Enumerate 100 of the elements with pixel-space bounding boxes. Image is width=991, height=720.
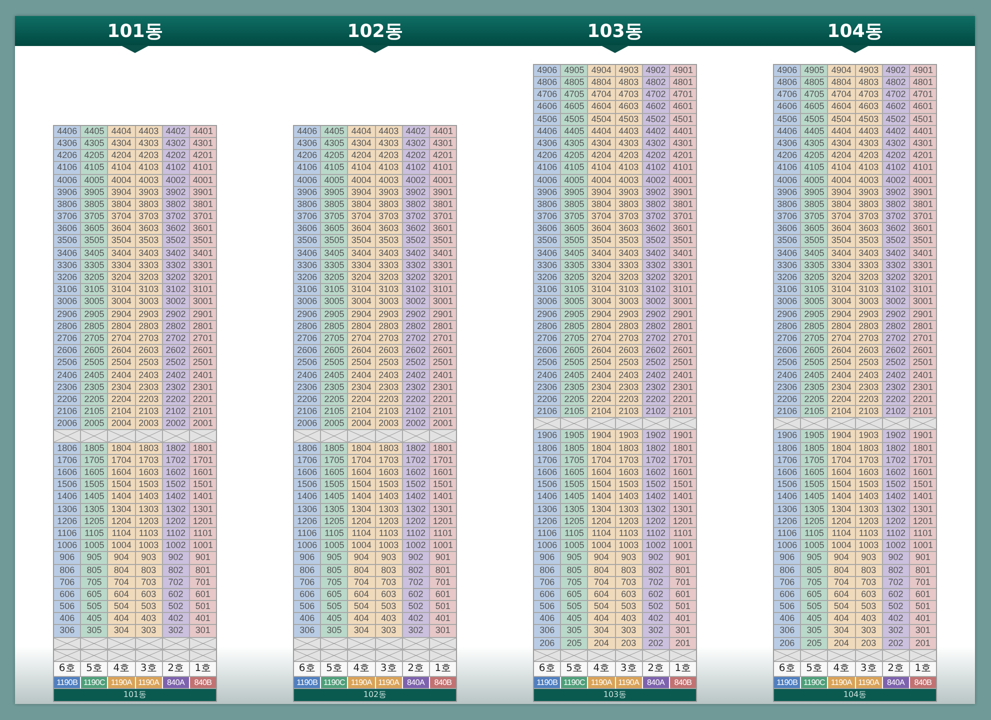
unit-cell: 1604 <box>348 467 376 480</box>
unit-type-label: 1190A <box>856 677 883 689</box>
unit-cell: 3703 <box>856 211 883 224</box>
unit-cell: 1901 <box>670 430 696 443</box>
unit-cell: 306 <box>294 625 322 638</box>
unit-cell: 2705 <box>801 332 828 346</box>
blocked-cell <box>642 418 670 430</box>
unit-cell: 1004 <box>828 540 856 552</box>
unit-cell: 1206 <box>774 516 802 528</box>
unit-cell: 2505 <box>801 357 828 370</box>
unit-cell: 3503 <box>856 235 883 248</box>
unit-cell: 4005 <box>81 174 108 187</box>
unit-cell: 4004 <box>828 174 856 187</box>
unit-cell: 1506 <box>534 479 562 492</box>
unit-cell: 1401 <box>190 491 216 504</box>
unit-cell: 1505 <box>321 479 348 492</box>
unit-cell: 3102 <box>642 284 670 296</box>
unit-cell: 3603 <box>136 223 163 236</box>
unit-cell: 1805 <box>561 442 588 455</box>
pointer-icon <box>840 45 870 53</box>
unit-cell: 2706 <box>54 332 82 346</box>
unit-cell: 3505 <box>561 235 588 248</box>
unit-cell: 301 <box>670 625 696 638</box>
unit-cell: 1106 <box>54 528 82 540</box>
unit-cell: 2204 <box>828 394 856 406</box>
unit-cell: 3002 <box>162 296 190 309</box>
unit-cell: 2705 <box>81 332 108 346</box>
unit-cell: 1903 <box>856 430 883 443</box>
unit-type-label: 840B <box>190 677 216 689</box>
unit-cell: 403 <box>856 613 883 626</box>
unit-cell: 3001 <box>430 296 456 309</box>
unit-cell: 2603 <box>136 345 163 358</box>
blocked-cell <box>81 638 108 650</box>
unit-label: 3호 <box>136 662 163 677</box>
unit-cell: 2601 <box>910 345 936 358</box>
unit-cell: 704 <box>348 576 376 589</box>
unit-cell: 2506 <box>534 357 562 370</box>
unit-cell: 2006 <box>294 418 322 430</box>
unit-cell: 3304 <box>108 260 136 272</box>
unit-cell: 4705 <box>801 89 828 102</box>
unit-cell: 4006 <box>774 174 802 187</box>
unit-cell: 3501 <box>910 235 936 248</box>
unit-label: 6호 <box>774 662 802 677</box>
unit-cell: 902 <box>162 552 190 564</box>
unit-cell: 1204 <box>108 516 136 528</box>
unit-cell: 2806 <box>774 320 802 333</box>
unit-cell: 401 <box>670 613 696 626</box>
unit-cell: 3003 <box>376 296 403 309</box>
unit-cell: 205 <box>561 638 588 650</box>
unit-cell: 2806 <box>54 320 82 333</box>
unit-cell: 2604 <box>828 345 856 358</box>
unit-cell: 1104 <box>588 528 616 540</box>
unit-label: 4호 <box>588 662 616 677</box>
blocked-cell <box>882 418 910 430</box>
unit-label: 1호 <box>430 662 456 677</box>
unit-cell: 2504 <box>348 357 376 370</box>
unit-cell: 2205 <box>561 394 588 406</box>
unit-cell: 502 <box>882 601 910 614</box>
unit-cell: 1601 <box>430 467 456 480</box>
unit-cell: 3406 <box>774 248 802 260</box>
unit-cell: 4702 <box>882 89 910 102</box>
unit-cell: 4905 <box>561 64 588 77</box>
unit-cell: 3103 <box>136 284 163 296</box>
unit-cell: 4202 <box>162 150 190 162</box>
unit-cell: 604 <box>108 588 136 602</box>
unit-cell: 2604 <box>348 345 376 358</box>
unit-cell: 406 <box>534 613 562 626</box>
blocked-cell <box>108 638 136 650</box>
unit-cell: 2606 <box>534 345 562 358</box>
unit-cell: 4105 <box>321 162 348 174</box>
unit-cell: 1504 <box>588 479 616 492</box>
unit-cell: 1806 <box>534 442 562 455</box>
unit-cell: 3805 <box>801 198 828 212</box>
unit-cell: 3904 <box>108 186 136 199</box>
unit-cell: 402 <box>882 613 910 626</box>
unit-cell: 3102 <box>882 284 910 296</box>
unit-cell: 3605 <box>321 223 348 236</box>
blocked-cell <box>108 430 136 443</box>
unit-cell: 1003 <box>856 540 883 552</box>
unit-cell: 2306 <box>294 382 322 394</box>
unit-cell: 4005 <box>561 174 588 187</box>
unit-cell: 3305 <box>321 260 348 272</box>
unit-cell: 4401 <box>190 126 216 138</box>
unit-cell: 2606 <box>54 345 82 358</box>
unit-cell: 1002 <box>402 540 430 552</box>
unit-cell: 3206 <box>774 272 802 284</box>
unit-cell: 2005 <box>321 418 348 430</box>
unit-cell: 504 <box>588 601 616 614</box>
unit-cell: 2601 <box>670 345 696 358</box>
unit-cell: 504 <box>348 601 376 614</box>
unit-cell: 3604 <box>828 223 856 236</box>
unit-cell: 1501 <box>430 479 456 492</box>
unit-cell: 1506 <box>54 479 82 492</box>
unit-cell: 3004 <box>108 296 136 309</box>
unit-cell: 3104 <box>828 284 856 296</box>
unit-cell: 905 <box>321 552 348 564</box>
unit-cell: 4505 <box>561 114 588 126</box>
unit-cell: 2106 <box>54 406 82 418</box>
unit-cell: 405 <box>561 613 588 626</box>
unit-cell: 1503 <box>856 479 883 492</box>
